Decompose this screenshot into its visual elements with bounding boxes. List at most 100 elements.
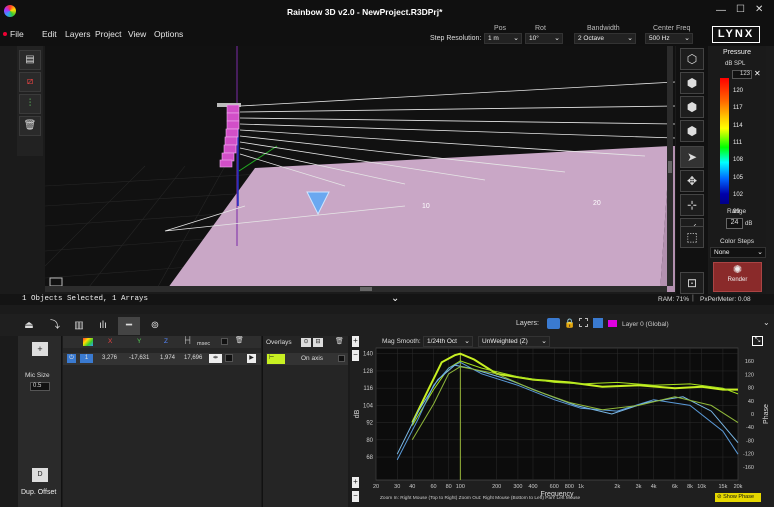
layer-add-icon[interactable] xyxy=(593,318,603,328)
range-input[interactable]: 24 xyxy=(726,218,743,229)
tab-rack-icon[interactable]: ▥ xyxy=(68,317,90,335)
row-power-icon[interactable]: ⏻ xyxy=(67,354,76,363)
pos-select[interactable]: 1 m ⌄ xyxy=(484,33,522,44)
x-tick-label: 300 xyxy=(513,484,522,490)
maximize-button[interactable]: ☐ xyxy=(736,4,745,15)
menu-edit[interactable]: Edit xyxy=(42,29,57,39)
y-tick-label: 116 xyxy=(363,386,373,392)
row-z[interactable]: 1,974 xyxy=(160,355,175,361)
status-bar: 1 Objects Selected, 1 Arrays ⌄ RAM: 71% … xyxy=(0,293,774,305)
tab-measure-icon[interactable]: ⊚ xyxy=(144,317,166,335)
view-top-button[interactable]: ⬢ xyxy=(680,120,704,142)
collapse-panel-icon[interactable]: ⌄ xyxy=(391,293,399,304)
layers-dropdown-icon[interactable]: ⌄ xyxy=(763,318,770,327)
venue-plane[interactable] xyxy=(165,146,670,292)
close-button[interactable]: ✕ xyxy=(755,4,763,15)
show-phase-button[interactable]: ⊘ Show Phase xyxy=(715,493,761,502)
minimize-button[interactable]: — xyxy=(716,5,726,16)
row-checkbox[interactable] xyxy=(225,354,233,362)
overlay-checkbox[interactable] xyxy=(338,355,345,362)
row-play-icon[interactable]: ▶ xyxy=(247,354,256,363)
range-value: 24 xyxy=(730,219,739,226)
menu-layers[interactable]: Layers xyxy=(65,29,91,39)
trash-icon[interactable]: 🗑 xyxy=(235,336,244,344)
viewport-hscroll-thumb[interactable] xyxy=(360,287,372,291)
step-resolution-label: Step Resolution: xyxy=(430,35,482,42)
menu-view[interactable]: View xyxy=(128,29,146,39)
camera-icon[interactable] xyxy=(49,277,63,287)
select-tool-button[interactable]: ➤ xyxy=(680,146,704,168)
chart-footer: Zoom In: Right Mouse (Top to Right) Zoom… xyxy=(380,496,581,501)
fit-view-button[interactable]: ⊡ xyxy=(680,272,704,294)
overlay-save-icon[interactable]: ⊟ xyxy=(313,338,323,347)
center-freq-label: Center Freq xyxy=(653,25,691,32)
add-speaker-button[interactable]: ▤ xyxy=(19,50,41,70)
x-tick-label: 6k xyxy=(672,484,678,490)
tab-mic-icon[interactable]: ━ xyxy=(118,317,140,335)
viewport-scroll-thumb[interactable] xyxy=(668,161,672,173)
row-link-icon[interactable]: ⇹ xyxy=(209,354,222,363)
overlay-item[interactable]: ⊢ On axis xyxy=(266,353,348,365)
tab-array-icon[interactable]: ⤵ xyxy=(44,317,66,335)
overlay-capture-icon[interactable]: ⊙ xyxy=(301,338,311,347)
frequency-response-chart[interactable]: 20 30 40 60 80 100 200 300 400 600 800 1k 2k 3k 4k 6k 8k… xyxy=(350,336,774,507)
menu-options[interactable]: Options xyxy=(154,29,183,39)
lock-icon[interactable]: 🔒 xyxy=(564,318,575,329)
tab-speaker-icon[interactable]: ⏏ xyxy=(18,317,40,335)
row-y[interactable]: -17,631 xyxy=(129,355,149,361)
view-iso-button[interactable]: ⬡ xyxy=(680,48,704,70)
menu-file[interactable]: File xyxy=(10,29,24,39)
layer-visible-icon[interactable] xyxy=(547,318,560,329)
legend-tick-label: 117 xyxy=(733,105,743,112)
y-tick-label: 140 xyxy=(363,352,374,358)
lynx-logo-text: LYNX xyxy=(717,28,755,40)
mic-size-value: 0.5 xyxy=(33,383,42,389)
layer-name[interactable]: Layer 0 (Global) xyxy=(622,321,669,328)
distance-label-20: 20 xyxy=(593,200,601,207)
add-mic-panel-button[interactable]: + xyxy=(32,342,48,356)
bandwidth-select[interactable]: 2 Octave ⌄ xyxy=(574,33,636,44)
x-tick-label: 20 xyxy=(373,484,379,490)
orbit-tool-button[interactable]: ⊹ xyxy=(680,194,704,216)
legend-tick-label: 102 xyxy=(733,191,744,198)
viewport-hscroll[interactable] xyxy=(45,286,667,292)
mic-size-input[interactable]: 0.5 xyxy=(30,382,50,391)
row-msec[interactable]: 17,696 xyxy=(184,355,202,361)
header-x: X xyxy=(108,338,113,345)
trash-icon[interactable]: 🗑 xyxy=(335,337,344,345)
table-row[interactable]: ⏻ 1 3,276 -17,631 1,974 17,696 ⇹ ▶ xyxy=(63,353,261,365)
frame-tool-button[interactable]: ⬚ xyxy=(680,226,704,248)
y-tick-label: 68 xyxy=(366,455,373,461)
tab-spectrum-icon[interactable]: ılı xyxy=(92,317,114,335)
lynx-logo: LYNX xyxy=(712,26,760,43)
add-mic-button[interactable]: ⫶ xyxy=(19,94,41,114)
3d-viewport[interactable]: 10 20 xyxy=(45,46,675,292)
layer-select-icon[interactable] xyxy=(579,318,588,327)
close-icon[interactable]: ✕ xyxy=(754,69,761,78)
render-button[interactable]: ✺ Render xyxy=(713,262,762,292)
chevron-down-icon: ⌄ xyxy=(757,249,763,256)
trash-icon[interactable]: 🗑 xyxy=(19,116,41,136)
chevron-down-icon: ⌄ xyxy=(684,35,690,42)
header-z: Z xyxy=(164,338,168,345)
dup-offset-button[interactable]: D xyxy=(32,468,48,482)
title-bar: Rainbow 3D v2.0 - NewProject.R3DPrj* — ☐… xyxy=(0,0,774,24)
rot-select[interactable]: 10° ⌄ xyxy=(525,33,563,44)
color-steps-select[interactable]: None ⌄ xyxy=(710,247,766,258)
center-freq-select[interactable]: 500 Hz ⌄ xyxy=(645,33,693,44)
menu-project[interactable]: Project xyxy=(95,29,121,39)
view-front-button[interactable]: ⬢ xyxy=(680,72,704,94)
y2-tick-label: 160 xyxy=(745,359,754,365)
view-side-button[interactable]: ⬢ xyxy=(680,96,704,118)
chart-panel: + − + − Mag Smooth: 1/24th Oct ⌄ UnWeight… xyxy=(350,336,774,507)
row-x[interactable]: 3,276 xyxy=(102,355,117,361)
legend-max-input[interactable]: 123 xyxy=(732,70,752,79)
header-checkbox[interactable] xyxy=(221,338,228,345)
delete-speaker-button[interactable]: ⧄ xyxy=(19,72,41,92)
overlays-panel: Overlays ⊙ ⊟ 🗑 ⊢ On axis xyxy=(262,336,348,507)
dup-offset-label: Dup. Offset xyxy=(21,489,57,496)
y-tick-label: 104 xyxy=(363,403,374,409)
line-array[interactable] xyxy=(219,104,240,168)
center-freq-value: 500 Hz xyxy=(649,35,670,42)
pan-tool-button[interactable]: ✥ xyxy=(680,170,704,192)
